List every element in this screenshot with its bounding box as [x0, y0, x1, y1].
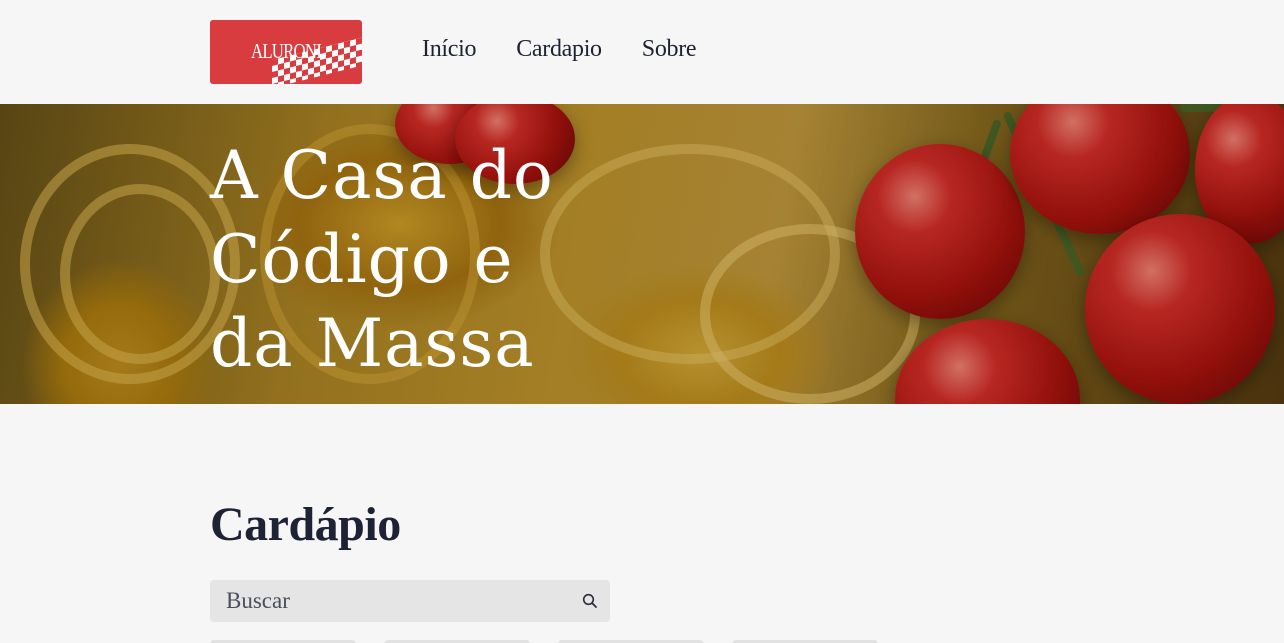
nav-link-cardapio[interactable]: Cardapio: [516, 36, 602, 63]
search-bar: [210, 580, 610, 622]
aluroni-logo[interactable]: ALURONI: [210, 20, 362, 84]
search-icon[interactable]: [570, 580, 610, 622]
hero-banner: A Casa do Código e da Massa: [0, 104, 1284, 404]
menu-section-title: Cardápio: [210, 498, 401, 551]
main-nav: Início Cardapio Sobre: [422, 36, 697, 63]
site-header: ALURONI Início Cardapio Sobre: [0, 0, 1284, 104]
logo-text: ALURONI: [251, 39, 322, 63]
search-input[interactable]: [210, 580, 570, 622]
nav-link-sobre[interactable]: Sobre: [642, 36, 697, 63]
hero-overlay: [0, 104, 1284, 404]
nav-link-inicio[interactable]: Início: [422, 36, 476, 63]
hero-title: A Casa do Código e da Massa: [210, 137, 554, 382]
